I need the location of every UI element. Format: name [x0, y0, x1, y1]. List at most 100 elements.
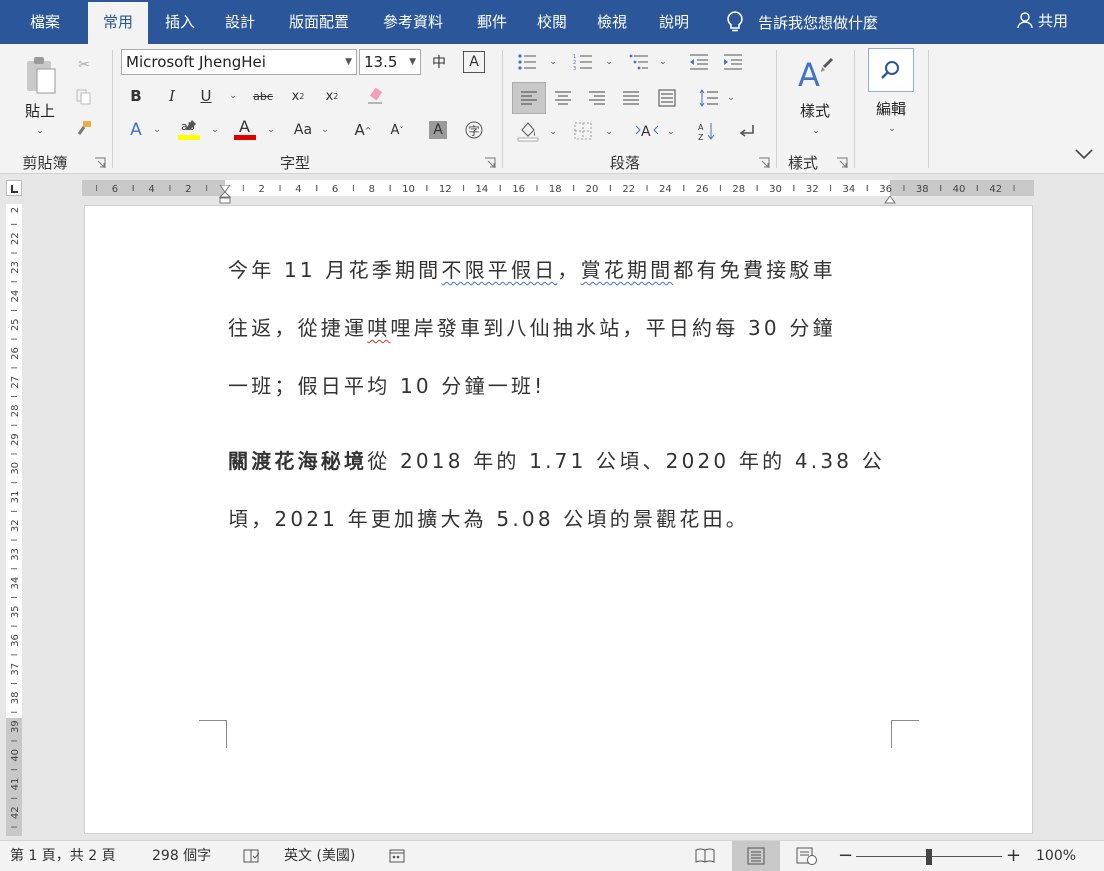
strikethrough-icon[interactable]: abc	[250, 84, 276, 108]
character-shading-icon[interactable]: A	[426, 118, 450, 142]
line-spacing-icon[interactable]	[696, 84, 722, 112]
clipboard-launcher-icon[interactable]	[94, 154, 106, 168]
font-color-icon[interactable]: A	[232, 116, 258, 142]
right-indent-icon[interactable]	[884, 189, 896, 204]
format-painter-icon[interactable]	[72, 118, 96, 140]
paste-icon[interactable]	[16, 54, 66, 96]
numbering-icon[interactable]: 123	[570, 50, 596, 74]
ruler-tick-label: 24	[10, 290, 21, 303]
asian-layout-dropdown-icon[interactable]: ⌄	[664, 124, 678, 140]
clear-formatting-icon[interactable]	[364, 84, 388, 108]
tab-home[interactable]: 常用	[88, 2, 148, 44]
sort-icon[interactable]: AZ	[694, 118, 720, 144]
hanging-indent-icon[interactable]	[218, 189, 232, 204]
distributed-icon[interactable]	[654, 84, 680, 112]
tab-references[interactable]: 參考資料	[370, 0, 456, 44]
zoom-slider[interactable]	[856, 841, 1004, 871]
decrease-indent-icon[interactable]	[686, 50, 712, 74]
bold-icon[interactable]: B	[124, 84, 148, 108]
proofing-icon[interactable]	[242, 841, 262, 871]
bullets-dropdown-icon[interactable]: ⌄	[546, 54, 560, 70]
increase-indent-icon[interactable]	[720, 50, 746, 74]
change-case-icon[interactable]: Aa	[288, 118, 318, 142]
multilevel-dropdown-icon[interactable]: ⌄	[656, 54, 670, 70]
tab-review[interactable]: 校閱	[524, 0, 580, 44]
align-left-icon[interactable]	[512, 82, 546, 114]
asian-layout-icon[interactable]: A	[632, 118, 662, 144]
enclose-characters-icon[interactable]: 字	[462, 118, 486, 142]
tab-help[interactable]: 說明	[646, 0, 702, 44]
styles-launcher-icon[interactable]	[836, 154, 848, 168]
shading-icon[interactable]	[514, 118, 542, 144]
page-count[interactable]: 第 1 頁，共 2 頁	[10, 841, 116, 871]
language-indicator[interactable]: 英文 (美國)	[284, 841, 355, 871]
styles-gallery-icon[interactable]: A	[792, 52, 838, 96]
print-layout-icon[interactable]	[732, 841, 780, 871]
read-mode-icon[interactable]	[694, 841, 716, 871]
highlight-dropdown-icon[interactable]: ⌄	[208, 122, 222, 138]
align-right-icon[interactable]	[584, 84, 610, 112]
zoom-percent[interactable]: 100%	[1036, 841, 1076, 871]
tab-file[interactable]: 檔案	[14, 0, 76, 44]
zoom-out-icon[interactable]: −	[838, 841, 853, 871]
tab-view[interactable]: 檢視	[584, 0, 640, 44]
font-name-combo[interactable]: Microsoft JhengHei ▼	[121, 49, 357, 75]
share-button[interactable]: 共用	[1016, 0, 1068, 40]
show-marks-icon[interactable]	[734, 118, 760, 144]
paragraph-launcher-icon[interactable]	[758, 154, 770, 168]
styles-button[interactable]: 樣式	[790, 100, 840, 121]
styles-dropdown-icon[interactable]: ⌄	[806, 124, 826, 138]
borders-icon[interactable]	[570, 118, 596, 144]
font-launcher-icon[interactable]	[484, 154, 496, 168]
shading-dropdown-icon[interactable]: ⌄	[546, 124, 560, 140]
align-center-icon[interactable]	[550, 84, 576, 112]
editing-dropdown-icon[interactable]: ⌄	[882, 122, 902, 136]
numbering-dropdown-icon[interactable]: ⌄	[602, 54, 616, 70]
font-size-combo[interactable]: 13.5 ▼	[359, 49, 421, 75]
text-effects-icon[interactable]: A	[124, 118, 148, 142]
editing-button[interactable]: 編輯	[866, 98, 916, 119]
tab-mailings[interactable]: 郵件	[464, 0, 520, 44]
paragraph-1[interactable]: 今年 11 月花季期間不限平假日，賞花期間都有免費接駁車 往返，從捷運唭哩岸發車…	[228, 241, 888, 415]
line-spacing-dropdown-icon[interactable]: ⌄	[724, 90, 738, 106]
macro-icon[interactable]	[388, 841, 406, 871]
justify-icon[interactable]	[618, 84, 644, 112]
vertical-ruler[interactable]: 2 22 23 24 25 26 27 28 29 30 31 32 33 34 35 36 37 38 39 40 4…	[6, 204, 22, 836]
paste-dropdown-icon[interactable]: ⌄	[30, 124, 50, 138]
tab-selector-icon[interactable]	[6, 180, 22, 196]
text-effects-dropdown-icon[interactable]: ⌄	[150, 122, 164, 138]
change-case-dropdown-icon[interactable]: ⌄	[318, 122, 332, 138]
zoom-slider-thumb[interactable]	[926, 849, 932, 865]
document-page[interactable]: 今年 11 月花季期間不限平假日，賞花期間都有免費接駁車 往返，從捷運唭哩岸發車…	[84, 205, 1033, 834]
underline-dropdown-icon[interactable]: ⌄	[226, 88, 240, 104]
phonetic-guide-icon[interactable]: 中	[428, 51, 450, 73]
tab-insert[interactable]: 插入	[152, 0, 208, 44]
tab-design[interactable]: 設計	[212, 0, 268, 44]
horizontal-ruler[interactable]: 6 4 2 2 4 6 8 10 12 14 16 18 20 22 24 26 28 30 32 34 36 38 40 4…	[82, 178, 1034, 204]
search-icon[interactable]	[868, 48, 914, 92]
subscript-icon[interactable]: x2	[286, 84, 310, 108]
grow-font-icon[interactable]: A ^	[350, 118, 376, 142]
cut-icon[interactable]: ✂	[72, 54, 96, 76]
copy-icon[interactable]	[72, 86, 96, 108]
zoom-in-icon[interactable]: +	[1006, 841, 1021, 871]
word-count[interactable]: 298 個字	[152, 841, 211, 871]
font-color-dropdown-icon[interactable]: ⌄	[264, 122, 278, 138]
collapse-ribbon-icon[interactable]	[1072, 144, 1096, 164]
underline-icon[interactable]: U	[194, 84, 218, 108]
paragraph-2[interactable]: 關渡花海秘境從 2018 年的 1.71 公頃、2020 年的 4.38 公 頃…	[228, 432, 888, 548]
bullets-icon[interactable]	[514, 50, 540, 74]
paste-button[interactable]: 貼上	[14, 100, 66, 121]
borders-dropdown-icon[interactable]: ⌄	[602, 124, 616, 140]
character-border-icon[interactable]: A	[463, 51, 485, 73]
first-line-indent-icon[interactable]	[219, 178, 231, 193]
svg-text:A: A	[641, 124, 651, 140]
shrink-font-icon[interactable]: Aˇ	[384, 118, 410, 142]
tab-layout[interactable]: 版面配置	[276, 0, 362, 44]
tell-me-search[interactable]: 告訴我您想做什麼	[720, 0, 878, 44]
multilevel-list-icon[interactable]	[626, 50, 652, 74]
web-layout-icon[interactable]	[796, 841, 818, 871]
highlight-icon[interactable]: ab	[176, 116, 202, 142]
superscript-icon[interactable]: x2	[320, 84, 344, 108]
italic-icon[interactable]: I	[160, 84, 184, 108]
